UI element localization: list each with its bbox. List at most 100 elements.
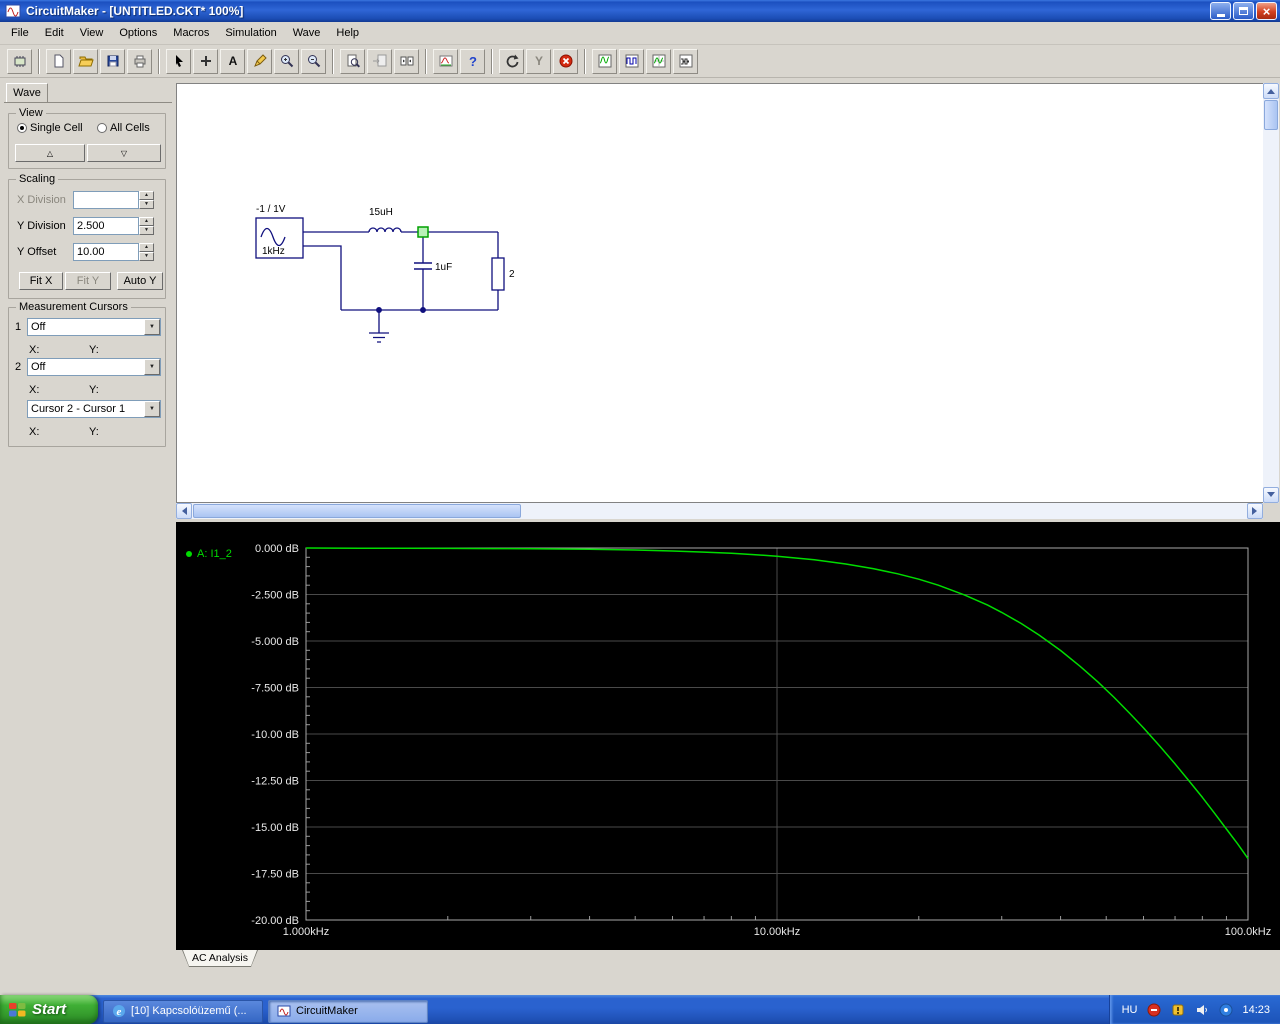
- fit-x-button[interactable]: Fit X: [19, 272, 63, 290]
- language-indicator[interactable]: HU: [1122, 1004, 1138, 1016]
- radio-single-cell[interactable]: Single Cell: [17, 122, 83, 134]
- stop-simulation-button[interactable]: [553, 48, 578, 74]
- scrollbar-right-button[interactable]: [1247, 503, 1263, 519]
- probe-tool-button[interactable]: Y: [526, 48, 551, 74]
- waveform-plot[interactable]: 0.000 dB -2.500 dB -5.000 dB -7.500 dB -10.0…: [176, 522, 1280, 950]
- dropdown-arrow-icon[interactable]: ▼: [144, 359, 160, 375]
- horizontal-scrollbar-thumb[interactable]: [193, 504, 521, 518]
- delete-tool-button[interactable]: [247, 48, 272, 74]
- spin-up-icon[interactable]: ▲: [139, 191, 154, 200]
- app-icon[interactable]: [5, 3, 21, 19]
- page-copy-button[interactable]: [367, 48, 392, 74]
- close-button[interactable]: ×: [1256, 2, 1277, 20]
- restore-button[interactable]: [1233, 2, 1254, 20]
- digital-waveforms-button[interactable]: [619, 48, 644, 74]
- vertical-scrollbar[interactable]: [1263, 83, 1279, 503]
- menu-item-options[interactable]: Options: [111, 24, 165, 42]
- spin-up-icon[interactable]: ▲: [139, 217, 154, 226]
- spin-down-icon[interactable]: ▼: [139, 252, 154, 261]
- dropdown-arrow-icon[interactable]: ▼: [144, 319, 160, 335]
- scrollbar-down-button[interactable]: [1263, 487, 1279, 503]
- tray-icon-blue[interactable]: [1218, 1002, 1233, 1017]
- page-arrow-icon: [372, 54, 386, 67]
- x-division-field[interactable]: [73, 191, 139, 209]
- toolbar-separator: [425, 48, 427, 74]
- y-offset-field[interactable]: [73, 243, 139, 261]
- start-button[interactable]: Start: [0, 995, 98, 1024]
- split-view-button[interactable]: [394, 48, 419, 74]
- toolbar-separator: [38, 48, 40, 74]
- svg-text:e: e: [117, 1006, 122, 1018]
- window-controls: ×: [1210, 2, 1277, 20]
- scrollbar-up-button[interactable]: [1263, 83, 1279, 99]
- scroll-down-button[interactable]: ▽: [87, 144, 161, 162]
- spin-down-icon[interactable]: ▼: [139, 200, 154, 209]
- logic-analyzer-button[interactable]: [673, 48, 698, 74]
- new-file-button[interactable]: [46, 48, 71, 74]
- tray-icon-red[interactable]: [1146, 1002, 1161, 1017]
- y-division-spinner[interactable]: ▲ ▼: [139, 217, 154, 235]
- spin-down-icon[interactable]: ▼: [139, 226, 154, 235]
- volume-icon[interactable]: [1194, 1002, 1209, 1017]
- find-device-button[interactable]: [340, 48, 365, 74]
- save-button[interactable]: [100, 48, 125, 74]
- up-arrow-icon: [1267, 85, 1275, 94]
- text-tool-button[interactable]: A: [220, 48, 245, 74]
- radio-dot-icon: [97, 123, 107, 133]
- y-division-field[interactable]: [73, 217, 139, 235]
- auto-y-button[interactable]: Auto Y: [117, 272, 163, 290]
- fit-y-button: Fit Y: [65, 272, 111, 290]
- plot-legend: A: I1_2: [186, 548, 232, 560]
- menu-item-simulation[interactable]: Simulation: [217, 24, 284, 42]
- schematic-canvas[interactable]: -1 / 1V 1kHz 15uH 1uF 2: [177, 84, 1262, 502]
- x-division-spinner[interactable]: ▲ ▼: [139, 191, 154, 209]
- analog-waveforms-icon: [598, 54, 611, 68]
- open-file-button[interactable]: [73, 48, 98, 74]
- menu-item-file[interactable]: File: [3, 24, 37, 42]
- horizontal-scrollbar[interactable]: [176, 503, 1263, 519]
- y-offset-spinner[interactable]: ▲ ▼: [139, 243, 154, 261]
- dropdown-arrow-icon[interactable]: ▼: [144, 401, 160, 417]
- radio-all-cells[interactable]: All Cells: [97, 122, 150, 134]
- ground-symbol[interactable]: [369, 310, 389, 343]
- minimize-button[interactable]: [1210, 2, 1231, 20]
- taskbar-task-browser[interactable]: e [10] Kapcsolóüzemű (...: [103, 999, 263, 1023]
- selected-node-marker[interactable]: [417, 226, 429, 238]
- zoom-out-button[interactable]: [301, 48, 326, 74]
- scroll-up-button[interactable]: △: [15, 144, 85, 162]
- taskbar-task-circuitmaker[interactable]: CircuitMaker: [268, 999, 428, 1023]
- zoom-out-icon: [307, 55, 320, 68]
- tab-wave[interactable]: Wave: [6, 83, 48, 102]
- menu-item-wave[interactable]: Wave: [285, 24, 329, 42]
- waveform-plot-area[interactable]: 0.000 dB -2.500 dB -5.000 dB -7.500 dB -10.0…: [176, 522, 1280, 950]
- menu-item-macros[interactable]: Macros: [165, 24, 217, 42]
- parts-browser-button[interactable]: [7, 48, 32, 74]
- analog-waveforms-button[interactable]: [592, 48, 617, 74]
- svg-text:-5.000 dB: -5.000 dB: [251, 636, 299, 648]
- reset-simulation-button[interactable]: [499, 48, 524, 74]
- spin-up-icon[interactable]: ▲: [139, 243, 154, 252]
- scrollbar-left-button[interactable]: [176, 503, 192, 519]
- oscilloscope-button[interactable]: [646, 48, 671, 74]
- resistor[interactable]: [491, 257, 505, 291]
- add-part-button[interactable]: [193, 48, 218, 74]
- capacitor[interactable]: [414, 262, 432, 270]
- menu-item-edit[interactable]: Edit: [37, 24, 72, 42]
- menu-item-help[interactable]: Help: [328, 24, 367, 42]
- tab-ac-analysis[interactable]: AC Analysis: [182, 950, 258, 967]
- inductor[interactable]: [368, 227, 402, 233]
- wires[interactable]: [303, 231, 499, 311]
- arrow-tool-button[interactable]: [166, 48, 191, 74]
- vertical-scrollbar-thumb[interactable]: [1264, 100, 1278, 130]
- schematic-area[interactable]: -1 / 1V 1kHz 15uH 1uF 2: [176, 83, 1263, 503]
- zoom-in-button[interactable]: [274, 48, 299, 74]
- cursor-difference-dropdown[interactable]: Cursor 2 - Cursor 1 ▼: [27, 400, 161, 418]
- help-button[interactable]: ?: [460, 48, 485, 74]
- tray-icon-yellow[interactable]: [1170, 1002, 1185, 1017]
- run-analyses-button[interactable]: [433, 48, 458, 74]
- taskbar-clock[interactable]: 14:23: [1242, 1004, 1270, 1016]
- cursor1-dropdown[interactable]: Off ▼: [27, 318, 161, 336]
- print-button[interactable]: [127, 48, 152, 74]
- menu-item-view[interactable]: View: [72, 24, 112, 42]
- cursor2-dropdown[interactable]: Off ▼: [27, 358, 161, 376]
